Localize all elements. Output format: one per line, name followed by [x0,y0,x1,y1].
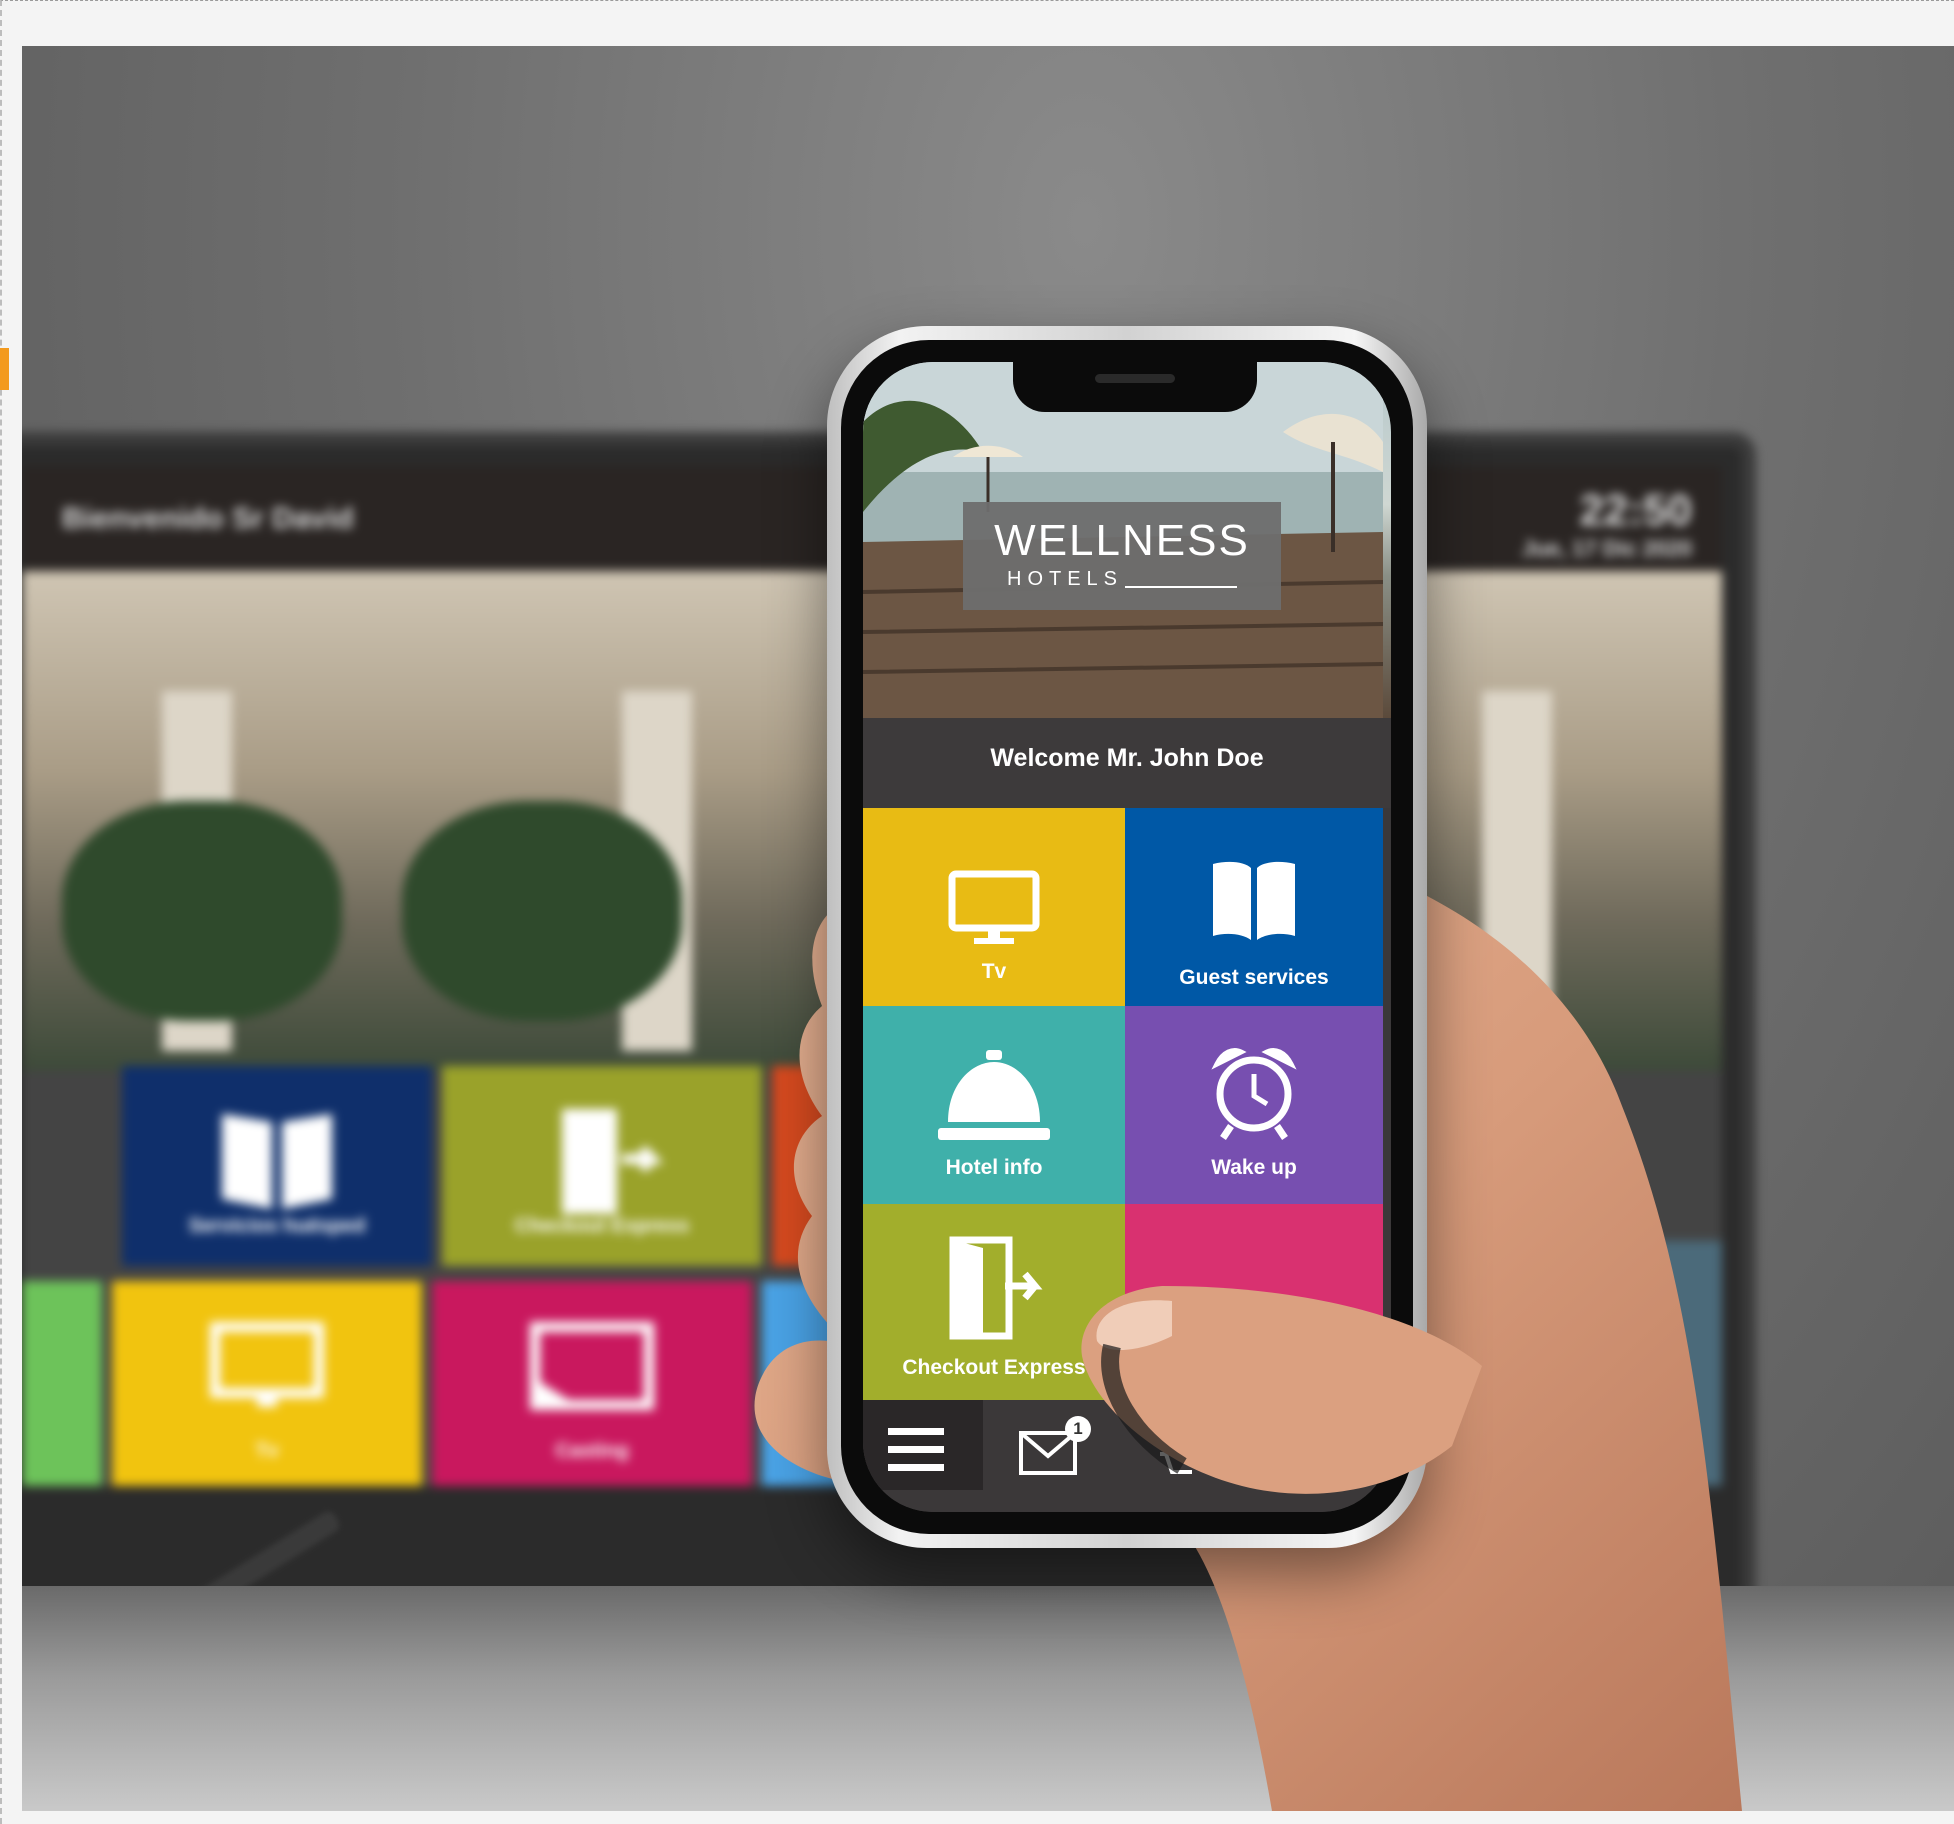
messages-button[interactable]: 1 [983,1400,1118,1490]
lobby-column [1482,691,1552,1051]
tv-side-panel-label: Wellness [1462,1271,1575,1301]
open-book-icon [1213,861,1295,940]
tile-tv[interactable]: Tv [863,808,1125,1006]
tv-tile-label: Tv [255,1440,279,1462]
tv-tile-casting[interactable]: Casting [432,1281,752,1486]
messages-badge: 1 [1065,1416,1091,1442]
tile-label: Wake up [1211,1156,1297,1179]
alarm-clock-icon [1211,1048,1297,1140]
tile-checkout-express[interactable]: Checkout Express [863,1204,1125,1400]
tv-tile-label: Casting [555,1440,629,1462]
bottom-navigation: 1 [863,1400,1391,1512]
tv-tile-label: Checkout Express [514,1215,690,1237]
open-book-icon [222,1114,332,1209]
tile-label: Checkout Express [902,1356,1086,1379]
tv-date: Jue, 17 Dic 2020 [1521,536,1692,561]
tile-hotel-info[interactable]: Hotel info [863,1006,1125,1204]
menu-button[interactable] [863,1400,983,1490]
cart-button[interactable] [1118,1400,1248,1490]
welcome-banner: Welcome Mr. John Doe [863,718,1391,808]
tv-clock: 22:50 [1579,486,1692,535]
tv-tile-checkout-express[interactable]: Checkout Express [442,1066,762,1266]
tv-tile-label: Servicios huésped [188,1215,366,1237]
lobby-plant [402,801,682,1021]
phone-screen: WELLNESS HOTELS Welcome Mr. John Doe Tv [863,362,1391,1512]
tv-welcome-text: Bienvenido Sr David [62,502,354,535]
phone-notch [1013,362,1257,412]
tile-guest-services[interactable]: Guest services [1125,808,1383,1006]
service-bell-icon [938,1050,1050,1140]
tv-tile-guest-services[interactable]: Servicios huésped [122,1066,432,1266]
tile[interactable] [1125,1204,1383,1400]
side-tab-marker [0,348,9,390]
tile-label: Hotel info [945,1156,1043,1179]
tv-tile-tv[interactable]: Tv [112,1281,422,1486]
exit-door-icon [949,1236,1043,1340]
tv-side-panel: Wellness [1422,1241,1722,1486]
phone-speaker [1095,374,1175,383]
tile-label: Tv [981,960,1007,983]
cart-icon [1160,1452,1192,1474]
hamburger-menu-icon [888,1428,944,1471]
floor [22,1586,1954,1811]
brand-subtitle: HOTELS [1007,568,1124,590]
brand-rule [1125,586,1237,588]
lobby-plant [62,801,342,1021]
tv-icon [948,870,1040,944]
product-photo: Bienvenido Sr David 22:50 Jue, 17 Dic 20… [22,46,1954,1811]
brand-name: WELLNESS [994,516,1250,565]
tv-icon [210,1322,324,1407]
cast-icon [530,1322,654,1410]
tv-tile[interactable] [22,1281,102,1486]
tile-wake-up[interactable]: Wake up [1125,1006,1383,1204]
phone-bezel: WELLNESS HOTELS Welcome Mr. John Doe Tv [841,340,1413,1534]
exit-door-icon [562,1109,662,1214]
tile-label: Guest services [1179,966,1329,989]
hero-image: WELLNESS HOTELS [863,362,1391,718]
hotel-logo: WELLNESS HOTELS [963,502,1281,610]
smartphone: WELLNESS HOTELS Welcome Mr. John Doe Tv [827,326,1427,1548]
